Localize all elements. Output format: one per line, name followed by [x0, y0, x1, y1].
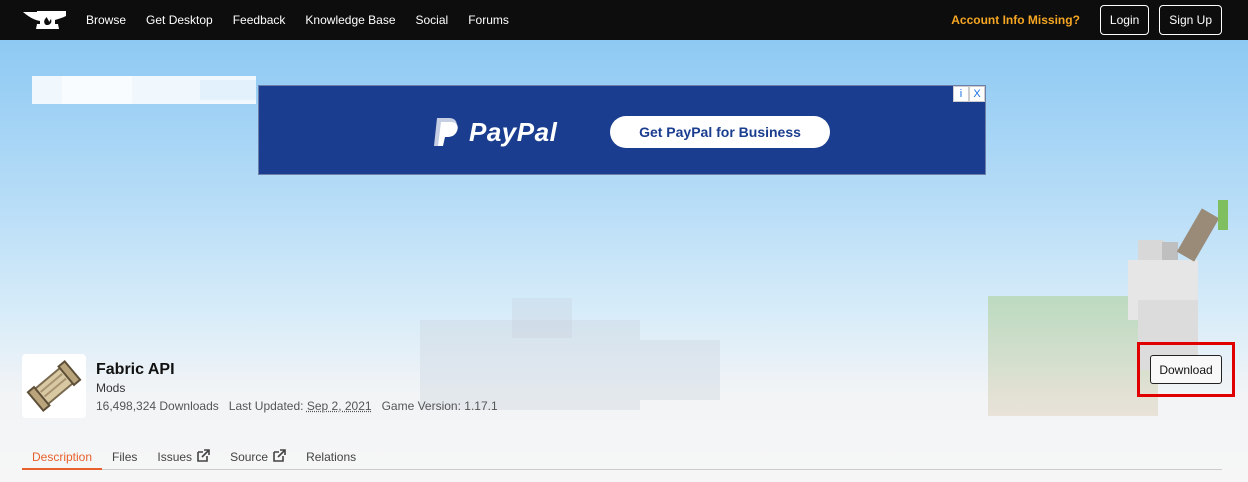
tab-label: Relations	[306, 450, 357, 464]
project-title: Fabric API	[96, 361, 175, 378]
nav-social[interactable]: Social	[416, 13, 449, 27]
download-button[interactable]: Download	[1150, 355, 1222, 384]
external-link-icon	[197, 449, 210, 462]
project-avatar	[22, 354, 86, 418]
paypal-wordmark: PayPal	[469, 116, 558, 147]
main-nav: Browse Get Desktop Feedback Knowledge Ba…	[86, 0, 509, 40]
download-count: 16,498,324 Downloads	[96, 399, 219, 413]
tab-label: Files	[112, 450, 138, 464]
external-link-icon	[273, 449, 286, 462]
account-area: Account Info Missing? Login Sign Up	[951, 0, 1222, 40]
cloud-decoration	[200, 80, 256, 100]
game-version: Game Version: 1.17.1	[381, 399, 498, 413]
nav-forums[interactable]: Forums	[468, 13, 509, 27]
last-updated-label: Last Updated:	[228, 399, 304, 413]
paypal-logo: PayPal	[431, 116, 557, 148]
nav-knowledge-base[interactable]: Knowledge Base	[305, 13, 395, 27]
ad-cta-button[interactable]: Get PayPal for Business	[610, 116, 830, 148]
tab-relations[interactable]: Relations	[296, 446, 366, 469]
paypal-p-icon	[434, 118, 458, 146]
account-info-missing-link[interactable]: Account Info Missing?	[951, 13, 1080, 27]
tab-label: Source	[230, 450, 269, 464]
last-updated: Last Updated: Sep 2, 2021	[229, 399, 372, 413]
ad-close-icon[interactable]: X	[969, 86, 985, 102]
scroll-icon	[26, 359, 82, 413]
ad-controls: i X	[953, 86, 985, 102]
anvil-logo-icon[interactable]	[22, 9, 68, 31]
project-meta: 16,498,324 Downloads Last Updated: Sep 2…	[96, 399, 498, 413]
nav-get-desktop[interactable]: Get Desktop	[146, 13, 213, 27]
login-button[interactable]: Login	[1099, 5, 1150, 35]
last-updated-date: Sep 2, 2021	[306, 399, 372, 413]
advertisement-banner[interactable]: PayPal Get PayPal for Business i X	[258, 85, 986, 175]
tab-files[interactable]: Files	[102, 446, 147, 469]
nav-feedback[interactable]: Feedback	[233, 13, 286, 27]
background-building	[640, 340, 720, 400]
background-building	[512, 298, 572, 338]
tab-source[interactable]: Source	[220, 446, 296, 469]
signup-button[interactable]: Sign Up	[1159, 5, 1222, 35]
tab-description[interactable]: Description	[22, 446, 103, 470]
nav-browse[interactable]: Browse	[86, 13, 126, 27]
tab-issues[interactable]: Issues	[147, 446, 220, 469]
ad-info-icon[interactable]: i	[953, 86, 969, 102]
tab-label: Issues	[157, 450, 193, 464]
project-category-link[interactable]: Mods	[96, 381, 125, 395]
cloud-decoration	[62, 76, 132, 104]
tab-label: Description	[32, 450, 93, 464]
project-tabs: Description Files Issues Source Relation…	[22, 446, 1222, 470]
top-navigation-bar: Browse Get Desktop Feedback Knowledge Ba…	[0, 0, 1248, 40]
